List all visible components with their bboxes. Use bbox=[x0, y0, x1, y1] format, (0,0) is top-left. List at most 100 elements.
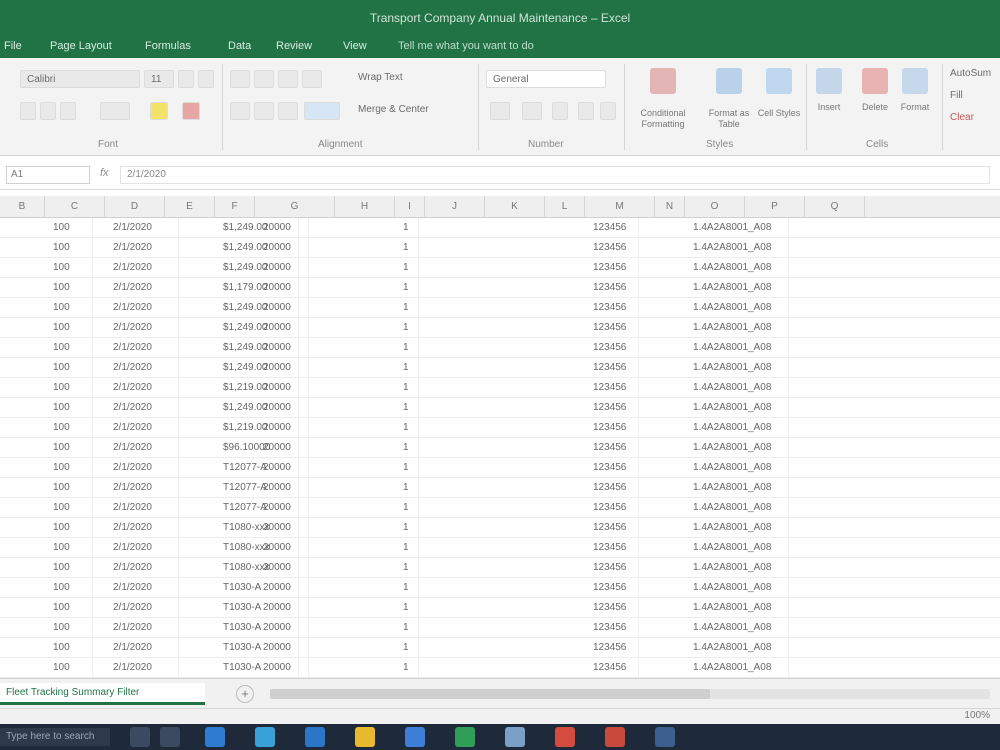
store-icon[interactable] bbox=[405, 727, 425, 747]
cell-styles-icon[interactable] bbox=[766, 68, 792, 94]
column-header[interactable]: N bbox=[655, 196, 685, 218]
cell[interactable]: 1 bbox=[399, 298, 419, 318]
cell[interactable]: 20000 bbox=[259, 418, 309, 438]
name-box[interactable]: A1 bbox=[6, 166, 90, 184]
cell[interactable]: 123456 bbox=[589, 358, 639, 378]
column-header[interactable]: J bbox=[425, 196, 485, 218]
cell[interactable]: 123456 bbox=[589, 438, 639, 458]
cell[interactable]: 100 bbox=[49, 598, 93, 618]
cell[interactable]: 1 bbox=[399, 458, 419, 478]
cell[interactable]: 100 bbox=[49, 418, 93, 438]
cell[interactable]: 123456 bbox=[589, 418, 639, 438]
taskbar-search[interactable]: Type here to search bbox=[0, 728, 110, 746]
cell[interactable]: 20000 bbox=[259, 618, 309, 638]
cell[interactable]: 20000 bbox=[259, 258, 309, 278]
align-top-button[interactable] bbox=[230, 70, 250, 88]
tab-view[interactable]: View bbox=[343, 40, 367, 52]
cell[interactable]: 20000 bbox=[259, 378, 309, 398]
cell[interactable]: 123456 bbox=[589, 658, 639, 678]
browser-icon[interactable] bbox=[160, 727, 180, 747]
cell[interactable]: 123456 bbox=[589, 318, 639, 338]
cell[interactable]: 20000 bbox=[259, 358, 309, 378]
column-header[interactable]: G bbox=[255, 196, 335, 218]
cell[interactable]: 1.4A2A8001_A08 bbox=[689, 498, 789, 518]
cell[interactable]: 1.4A2A8001_A08 bbox=[689, 238, 789, 258]
cell[interactable]: 123456 bbox=[589, 478, 639, 498]
align-center-button[interactable] bbox=[254, 102, 274, 120]
indent-button[interactable] bbox=[304, 102, 340, 120]
cell[interactable]: 1.4A2A8001_A08 bbox=[689, 638, 789, 658]
column-header[interactable]: K bbox=[485, 196, 545, 218]
number-format-dropdown[interactable]: General bbox=[486, 70, 606, 88]
cell[interactable]: 1.4A2A8001_A08 bbox=[689, 418, 789, 438]
chrome-icon[interactable] bbox=[555, 727, 575, 747]
app-icon[interactable] bbox=[255, 727, 275, 747]
cell[interactable]: 123456 bbox=[589, 598, 639, 618]
italic-button[interactable] bbox=[40, 102, 56, 120]
cell[interactable]: 123456 bbox=[589, 298, 639, 318]
cell[interactable]: 1 bbox=[399, 578, 419, 598]
cell[interactable]: 123456 bbox=[589, 538, 639, 558]
cell[interactable]: 20000 bbox=[259, 338, 309, 358]
scrollbar-thumb[interactable] bbox=[270, 689, 710, 699]
cell[interactable]: 2/1/2020 bbox=[109, 478, 179, 498]
cell[interactable]: 20000 bbox=[259, 318, 309, 338]
merge-center-button[interactable]: Merge & Center bbox=[358, 104, 429, 115]
cell[interactable]: 1 bbox=[399, 318, 419, 338]
wrap-text-button[interactable]: Wrap Text bbox=[358, 72, 403, 83]
powerpoint-icon[interactable] bbox=[605, 727, 625, 747]
cell[interactable]: 20000 bbox=[259, 518, 309, 538]
cell[interactable]: 1.4A2A8001_A08 bbox=[689, 518, 789, 538]
cell[interactable]: 2/1/2020 bbox=[109, 538, 179, 558]
cell[interactable]: 1 bbox=[399, 338, 419, 358]
cell[interactable]: 100 bbox=[49, 658, 93, 678]
cell[interactable]: 1 bbox=[399, 278, 419, 298]
cell[interactable]: 1 bbox=[399, 658, 419, 678]
tab-review[interactable]: Review bbox=[276, 40, 312, 52]
cell[interactable]: 1.4A2A8001_A08 bbox=[689, 458, 789, 478]
increase-font-button[interactable] bbox=[178, 70, 194, 88]
cell[interactable]: 1.4A2A8001_A08 bbox=[689, 658, 789, 678]
cell[interactable]: 2/1/2020 bbox=[109, 618, 179, 638]
cell[interactable]: 2/1/2020 bbox=[109, 418, 179, 438]
cell[interactable]: 1.4A2A8001_A08 bbox=[689, 318, 789, 338]
column-header[interactable]: M bbox=[585, 196, 655, 218]
cell[interactable]: 100 bbox=[49, 458, 93, 478]
cell[interactable]: 100 bbox=[49, 498, 93, 518]
cell[interactable]: 1 bbox=[399, 218, 419, 238]
fill-color-icon[interactable] bbox=[150, 102, 168, 120]
file-explorer-icon[interactable] bbox=[355, 727, 375, 747]
cell[interactable]: 1 bbox=[399, 498, 419, 518]
cell[interactable]: 2/1/2020 bbox=[109, 398, 179, 418]
font-size-dropdown[interactable]: 11 bbox=[144, 70, 174, 88]
cell[interactable]: 1.4A2A8001_A08 bbox=[689, 378, 789, 398]
cell[interactable]: 123456 bbox=[589, 218, 639, 238]
cell[interactable]: 20000 bbox=[259, 638, 309, 658]
cell[interactable]: 100 bbox=[49, 258, 93, 278]
format-cells-icon[interactable] bbox=[902, 68, 928, 94]
font-name-dropdown[interactable]: Calibri bbox=[20, 70, 140, 88]
cell[interactable]: 100 bbox=[49, 538, 93, 558]
cell[interactable]: 2/1/2020 bbox=[109, 378, 179, 398]
cell[interactable]: 2/1/2020 bbox=[109, 318, 179, 338]
column-header[interactable]: L bbox=[545, 196, 585, 218]
tab-formulas[interactable]: Formulas bbox=[145, 40, 191, 52]
align-right-button[interactable] bbox=[278, 102, 298, 120]
cell[interactable]: 20000 bbox=[259, 458, 309, 478]
cell[interactable]: 1.4A2A8001_A08 bbox=[689, 438, 789, 458]
cell[interactable]: 1 bbox=[399, 358, 419, 378]
mail-icon[interactable] bbox=[305, 727, 325, 747]
cell[interactable]: 1 bbox=[399, 238, 419, 258]
tab-data[interactable]: Data bbox=[228, 40, 251, 52]
cell[interactable]: 2/1/2020 bbox=[109, 518, 179, 538]
cell[interactable]: 1.4A2A8001_A08 bbox=[689, 598, 789, 618]
conditional-formatting-icon[interactable] bbox=[650, 68, 676, 94]
cell[interactable]: 1.4A2A8001_A08 bbox=[689, 218, 789, 238]
cell[interactable]: 1 bbox=[399, 258, 419, 278]
cell[interactable]: 1 bbox=[399, 518, 419, 538]
word-icon[interactable] bbox=[655, 727, 675, 747]
cell[interactable]: 123456 bbox=[589, 618, 639, 638]
cell[interactable]: 123456 bbox=[589, 578, 639, 598]
cell[interactable]: 2/1/2020 bbox=[109, 558, 179, 578]
column-header[interactable]: O bbox=[685, 196, 745, 218]
